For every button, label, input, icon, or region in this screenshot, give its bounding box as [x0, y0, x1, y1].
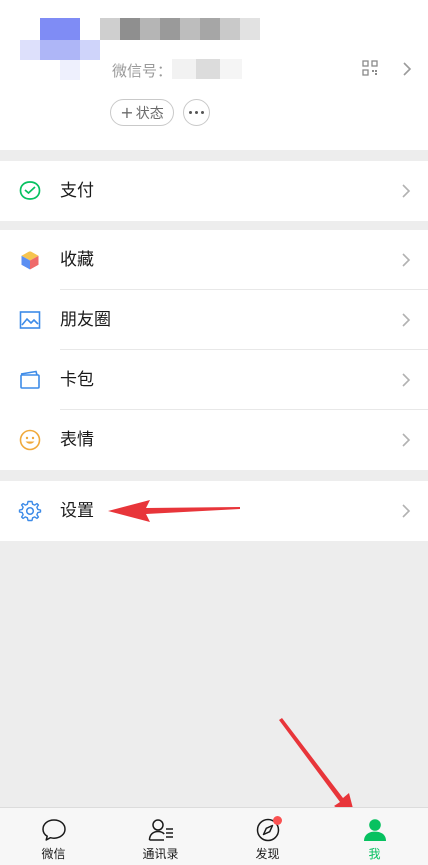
menu-item-settings[interactable]: 设置 — [0, 481, 428, 541]
profile-header[interactable]: 微信号： + 状态 — [0, 0, 428, 150]
status-button-label: 状态 — [135, 105, 164, 122]
menu-item-pay[interactable]: 支付 — [0, 161, 428, 221]
chevron-right-icon — [402, 313, 411, 327]
person-icon — [363, 819, 386, 841]
wechat-id-blurred — [172, 59, 242, 79]
tab-label: 我 — [368, 847, 381, 861]
chevron-right-icon — [402, 253, 411, 267]
more-status-button[interactable] — [183, 99, 210, 126]
bottom-tab-bar: 微信 通讯录 发现 我 — [0, 807, 428, 865]
chevron-right-icon — [402, 433, 411, 447]
menu-group-settings: 设置 — [0, 481, 428, 541]
menu-item-cards[interactable]: 卡包 — [0, 350, 428, 410]
chat-bubble-icon — [41, 819, 66, 841]
nickname-blurred — [100, 18, 260, 40]
menu-item-label: 设置 — [60, 501, 94, 521]
menu-item-stickers[interactable]: 表情 — [0, 410, 428, 470]
menu-group-pay: 支付 — [0, 161, 428, 221]
wechat-id-label: 微信号： — [112, 62, 173, 80]
cube-icon — [20, 249, 40, 271]
tab-chats[interactable]: 微信 — [0, 808, 107, 865]
notification-dot — [273, 816, 282, 825]
tab-contacts[interactable]: 通讯录 — [107, 808, 214, 865]
menu-group-main: 收藏 朋友圈 卡包 表情 — [0, 230, 428, 470]
add-status-button[interactable]: + 状态 — [110, 99, 174, 126]
tab-label: 通讯录 — [142, 847, 179, 861]
tab-label: 发现 — [255, 847, 280, 861]
avatar[interactable] — [20, 18, 100, 80]
gear-icon — [18, 500, 42, 522]
chevron-right-icon — [402, 373, 411, 387]
chevron-right-icon — [402, 184, 411, 198]
qr-code-icon[interactable] — [362, 60, 378, 76]
wallet-check-icon — [19, 181, 41, 200]
card-icon — [20, 370, 40, 389]
menu-item-moments[interactable]: 朋友圈 — [0, 290, 428, 350]
picture-icon — [19, 311, 41, 329]
menu-item-label: 收藏 — [60, 250, 94, 270]
arrow-to-me-tab — [279, 718, 356, 820]
menu-item-favorites[interactable]: 收藏 — [0, 230, 428, 290]
menu-item-label: 卡包 — [60, 370, 94, 390]
menu-item-label: 支付 — [60, 181, 94, 201]
chevron-right-icon — [403, 62, 412, 76]
smiley-icon — [19, 429, 41, 451]
plus-icon: + — [120, 103, 134, 122]
tab-me[interactable]: 我 — [321, 808, 428, 865]
menu-item-label: 表情 — [60, 430, 94, 450]
contacts-icon — [148, 819, 173, 841]
menu-item-label: 朋友圈 — [60, 310, 111, 330]
chevron-right-icon — [402, 504, 411, 518]
tab-label: 微信 — [41, 847, 66, 861]
tab-discover[interactable]: 发现 — [214, 808, 321, 865]
